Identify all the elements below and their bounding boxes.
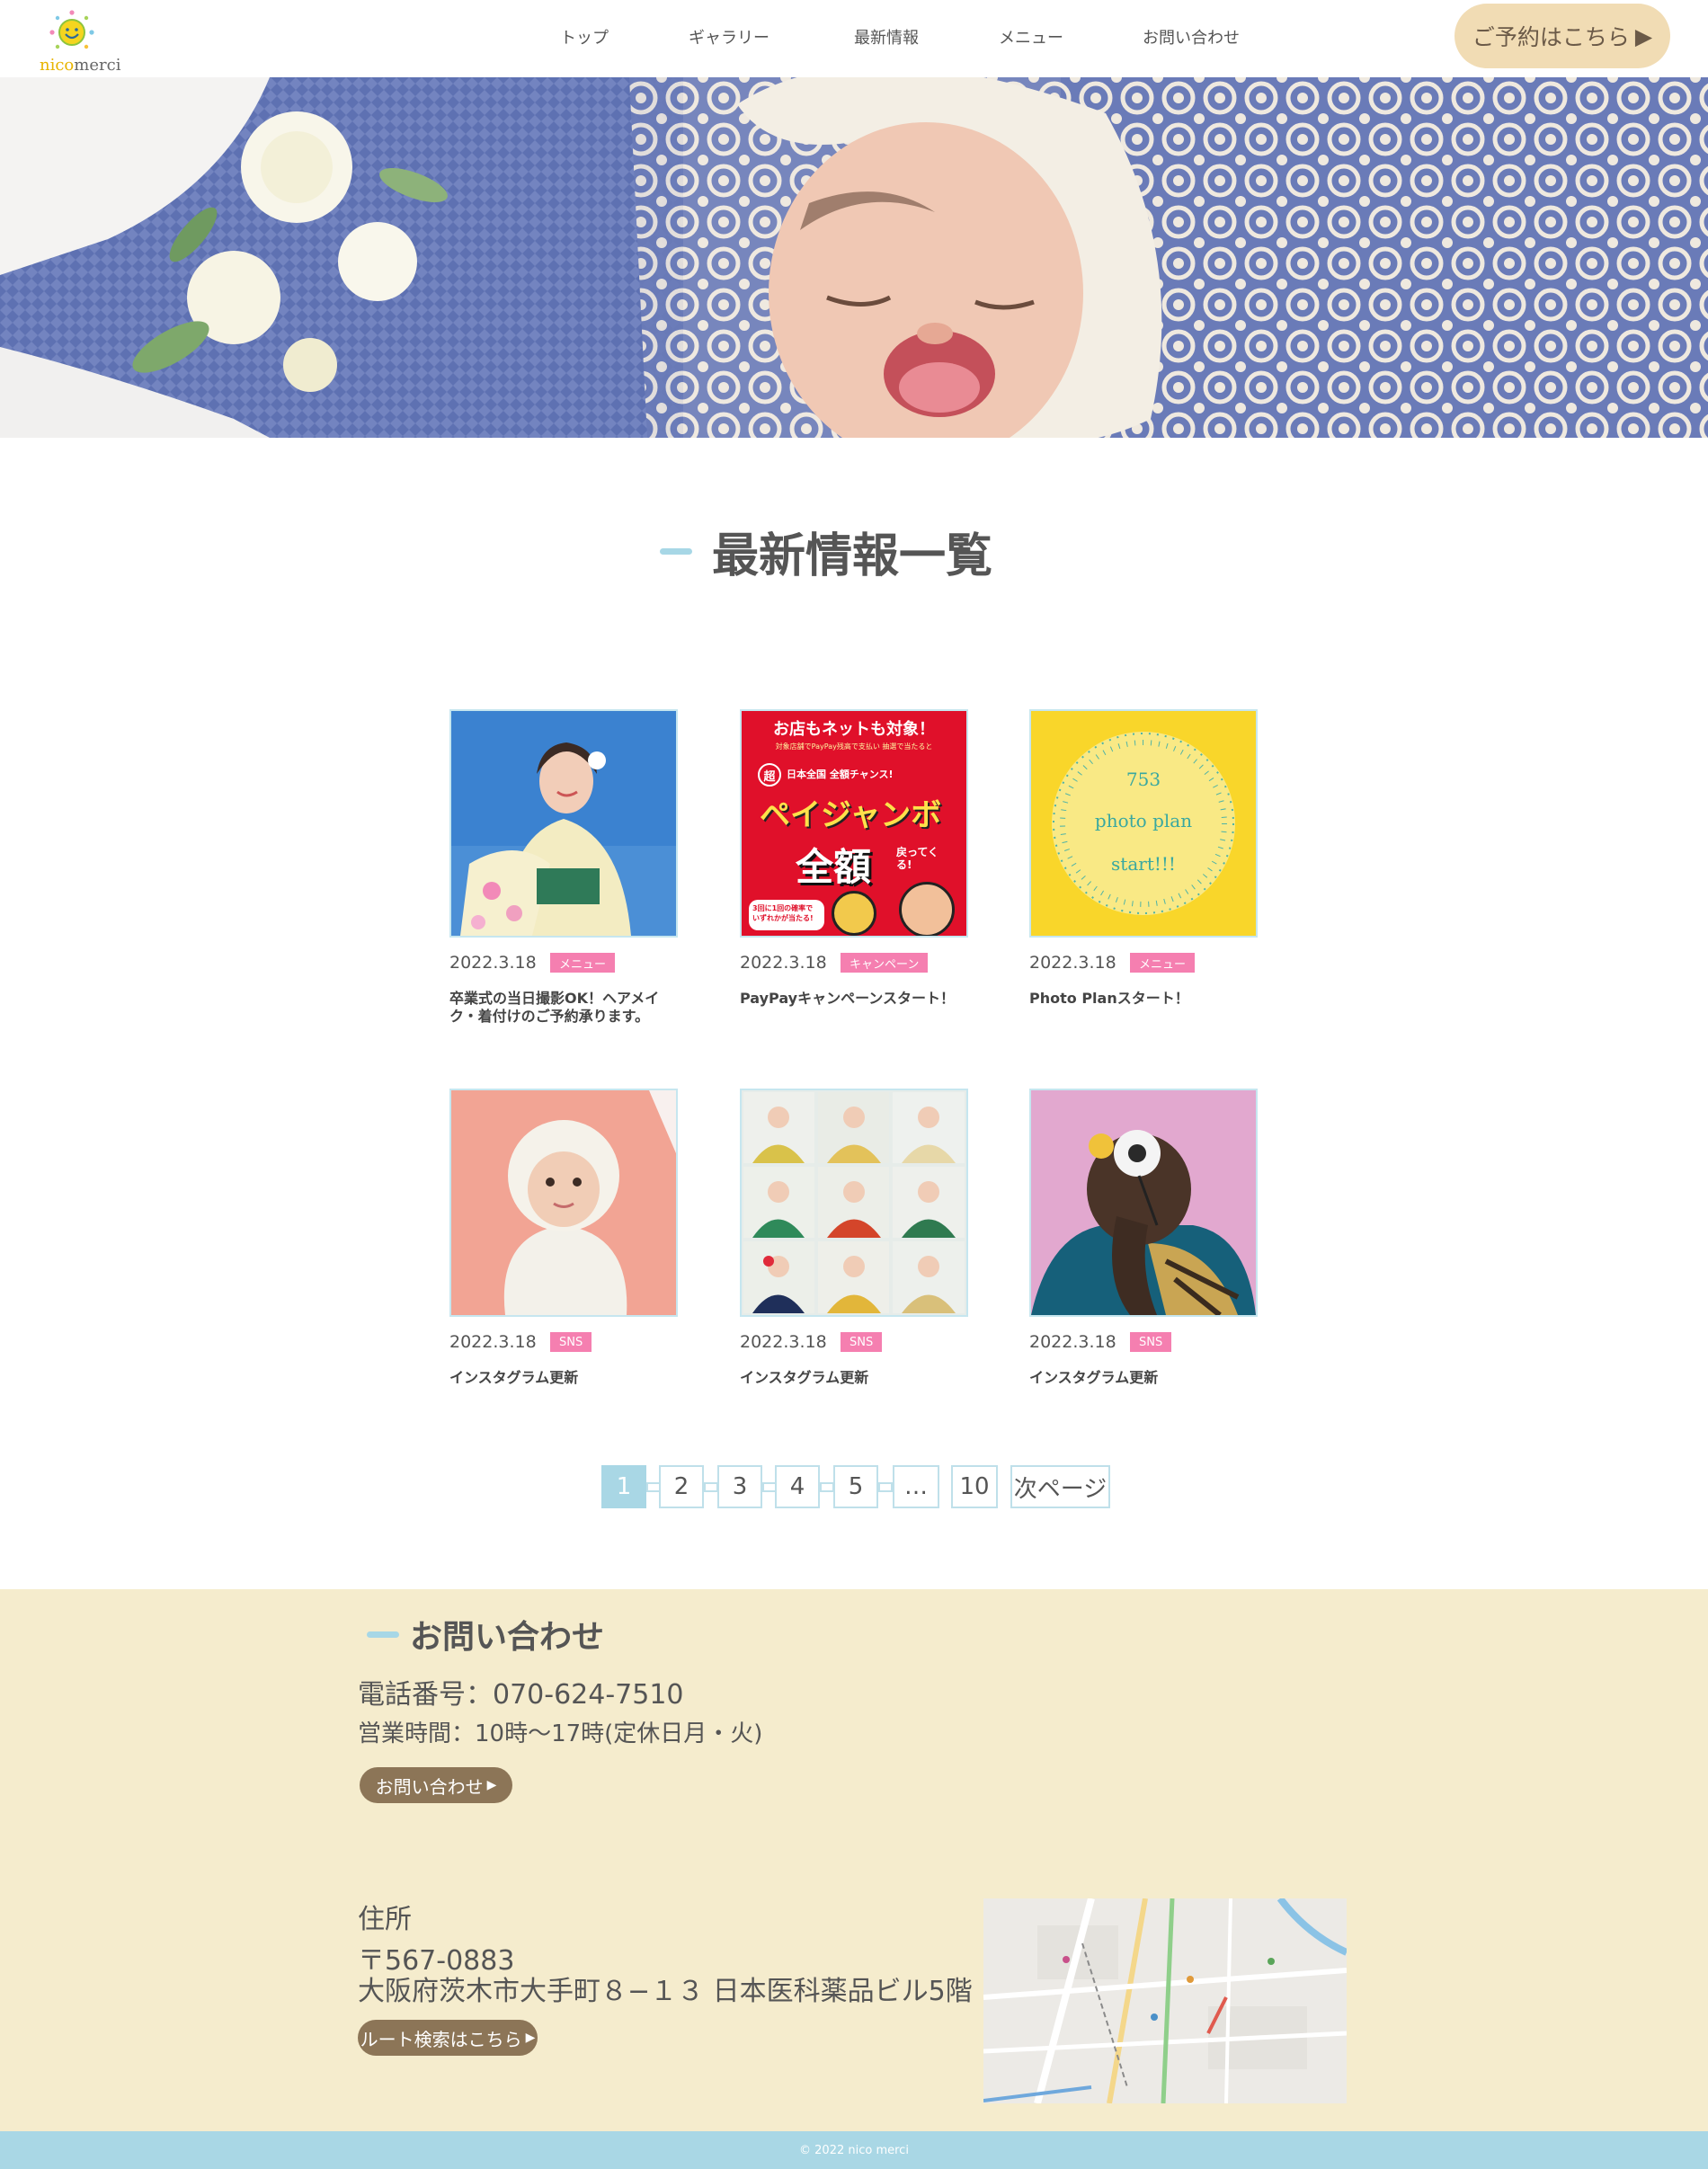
reserve-button-label: ご予約はこちら [1472, 24, 1630, 50]
news-card[interactable]: お店もネットも対象！ 対象店舗でPayPay残高で支払い 抽選で当たると 超 日… [740, 709, 968, 1008]
news-card-meta: 2022.3.18 キャンペーン [740, 952, 968, 973]
hero-image [0, 77, 1708, 438]
banner-mascot [899, 882, 955, 936]
contact-heading: お問い合わせ [367, 1614, 604, 1656]
heading-accent-dash [367, 1631, 399, 1638]
nav-item-news[interactable]: 最新情報 [854, 25, 919, 49]
news-tag[interactable]: メニュー [1130, 953, 1196, 973]
copyright-bar: © 2022 nico merci [0, 2131, 1708, 2169]
play-arrow-icon: ▶ [525, 2031, 536, 2045]
news-card-meta: 2022.3.18 メニュー [1029, 952, 1258, 973]
nav-item-top[interactable]: トップ [560, 25, 609, 49]
news-card-image[interactable] [449, 709, 678, 938]
pager-connector [878, 1482, 893, 1492]
news-title[interactable]: インスタグラム更新 [740, 1369, 970, 1387]
contact-phone[interactable]: 電話番号：070-624-7510 [358, 1672, 684, 1711]
banner-amount-text: 全額 [796, 845, 872, 889]
news-tag[interactable]: SNS [550, 1332, 592, 1352]
banner-back-text: 戻ってくる! [896, 846, 939, 871]
news-date: 2022.3.18 [1029, 953, 1116, 973]
news-card[interactable]: 753 photo plan start!!! 2022.3.18 メニュー P… [1029, 709, 1258, 1008]
kimono-collage-photo [742, 1090, 966, 1315]
news-date: 2022.3.18 [740, 1332, 827, 1352]
photo-plan-line1: 753 [1125, 769, 1161, 790]
nav-item-contact[interactable]: お問い合わせ [1143, 25, 1240, 49]
nav-item-menu[interactable]: メニュー [999, 25, 1063, 49]
news-date: 2022.3.18 [449, 953, 537, 973]
news-title[interactable]: 卒業式の当日撮影OK！ヘアメイク・着付けのご予約承ります。 [449, 990, 680, 1026]
map-graphic [983, 1898, 1347, 2103]
page-ellipsis: … [893, 1465, 939, 1508]
page-link-1[interactable]: 1 [601, 1465, 646, 1508]
banner-big-text: ペイジャンボ [760, 797, 942, 833]
play-arrow-icon: ▶ [486, 1778, 497, 1792]
news-card-meta: 2022.3.18 SNS [740, 1331, 968, 1353]
news-card-image[interactable] [1029, 1089, 1258, 1317]
page-link-3[interactable]: 3 [717, 1465, 762, 1508]
news-card-image[interactable]: お店もネットも対象！ 対象店舗でPayPay残高で支払い 抽選で当たると 超 日… [740, 709, 968, 938]
baby-bonnet-photo [451, 1090, 676, 1315]
pager-connector [820, 1482, 834, 1492]
banner-line-text: 日本全国 全額チャンス! [787, 769, 894, 780]
contact-heading-text: お問い合わせ [410, 1619, 605, 1656]
news-title[interactable]: インスタグラム更新 [449, 1369, 680, 1387]
news-card[interactable]: 2022.3.18 SNS インスタグラム更新 [740, 1089, 968, 1387]
route-search-button[interactable]: ルート検索はこちら ▶ [358, 2020, 538, 2056]
news-card-image[interactable] [740, 1089, 968, 1317]
site-header: nicomerci トップ ギャラリー 最新情報 メニュー お問い合わせ ご予約… [0, 0, 1708, 77]
contact-section [0, 1589, 1708, 2131]
page-link-5[interactable]: 5 [833, 1465, 878, 1508]
news-tag[interactable]: SNS [1130, 1332, 1172, 1352]
address-label: 住所 [358, 1904, 412, 1935]
photo-plan-line3: start!!! [1111, 853, 1176, 875]
news-date: 2022.3.18 [740, 953, 827, 973]
banner-coin [832, 891, 876, 936]
photo-plan-line2: photo plan [1094, 810, 1193, 831]
photo-plan-graphic: 753 photo plan start!!! [1031, 711, 1256, 936]
main-nav: トップ ギャラリー 最新情報 メニュー お問い合わせ [0, 0, 1708, 77]
banner-sub-text: 対象店舗でPayPay残高で支払い 抽選で当たると [775, 742, 933, 751]
copyright-text: © 2022 nico merci [799, 2143, 909, 2157]
title-accent-dash [660, 547, 692, 555]
contact-button-label: お問い合わせ [375, 1775, 484, 1798]
news-date: 2022.3.18 [449, 1332, 537, 1352]
news-card-meta: 2022.3.18 SNS [449, 1331, 678, 1353]
banner-chip: 超 [758, 763, 781, 787]
news-title[interactable]: インスタグラム更新 [1029, 1369, 1259, 1387]
play-arrow-icon: ▶ [1634, 22, 1653, 49]
page-title: 最新情報一覧 [660, 520, 993, 583]
news-tag[interactable]: メニュー [550, 953, 616, 973]
news-tag[interactable]: キャンペーン [841, 953, 929, 973]
location-map[interactable] [983, 1898, 1347, 2103]
banner-odds-text: 3回に1回の確率で いずれかが当たる! [749, 900, 824, 930]
business-hours: 営業時間：10時〜17時(定休日月・火) [358, 1720, 763, 1747]
pager-connector [704, 1482, 718, 1492]
nav-item-gallery[interactable]: ギャラリー [689, 25, 769, 49]
page-link-4[interactable]: 4 [775, 1465, 820, 1508]
next-page-button[interactable]: 次ページ [1010, 1465, 1110, 1508]
news-card-meta: 2022.3.18 メニュー [449, 952, 678, 973]
news-card-image[interactable] [449, 1089, 678, 1317]
page-title-text: 最新情報一覧 [712, 529, 993, 583]
paypay-banner: お店もネットも対象！ 対象店舗でPayPay残高で支払い 抽選で当たると 超 日… [742, 711, 966, 936]
page-link-2[interactable]: 2 [659, 1465, 704, 1508]
page-link-10[interactable]: 10 [951, 1465, 998, 1508]
banner-top-text: お店もネットも対象！ [773, 720, 935, 739]
news-tag[interactable]: SNS [841, 1332, 883, 1352]
news-card-meta: 2022.3.18 SNS [1029, 1331, 1258, 1353]
news-card-image[interactable]: 753 photo plan start!!! [1029, 709, 1258, 938]
news-card[interactable]: 2022.3.18 メニュー 卒業式の当日撮影OK！ヘアメイク・着付けのご予約承… [449, 709, 678, 1026]
hero-baby-photo [0, 77, 1708, 438]
reserve-button[interactable]: ご予約はこちら ▶ [1454, 4, 1670, 68]
hairstyle-back-photo [1031, 1090, 1256, 1315]
news-title[interactable]: PayPayキャンペーンスタート！ [740, 990, 970, 1008]
contact-button[interactable]: お問い合わせ ▶ [360, 1767, 512, 1803]
news-date: 2022.3.18 [1029, 1332, 1116, 1352]
news-card[interactable]: 2022.3.18 SNS インスタグラム更新 [449, 1089, 678, 1387]
news-title[interactable]: Photo Planスタート！ [1029, 990, 1259, 1008]
news-card[interactable]: 2022.3.18 SNS インスタグラム更新 [1029, 1089, 1258, 1387]
route-search-label: ルート検索はこちら [360, 2028, 522, 2050]
kimono-woman-photo [451, 711, 676, 936]
address-text: 大阪府茨木市大手町８−１３ 日本医科薬品ビル5階 [358, 1976, 973, 2007]
